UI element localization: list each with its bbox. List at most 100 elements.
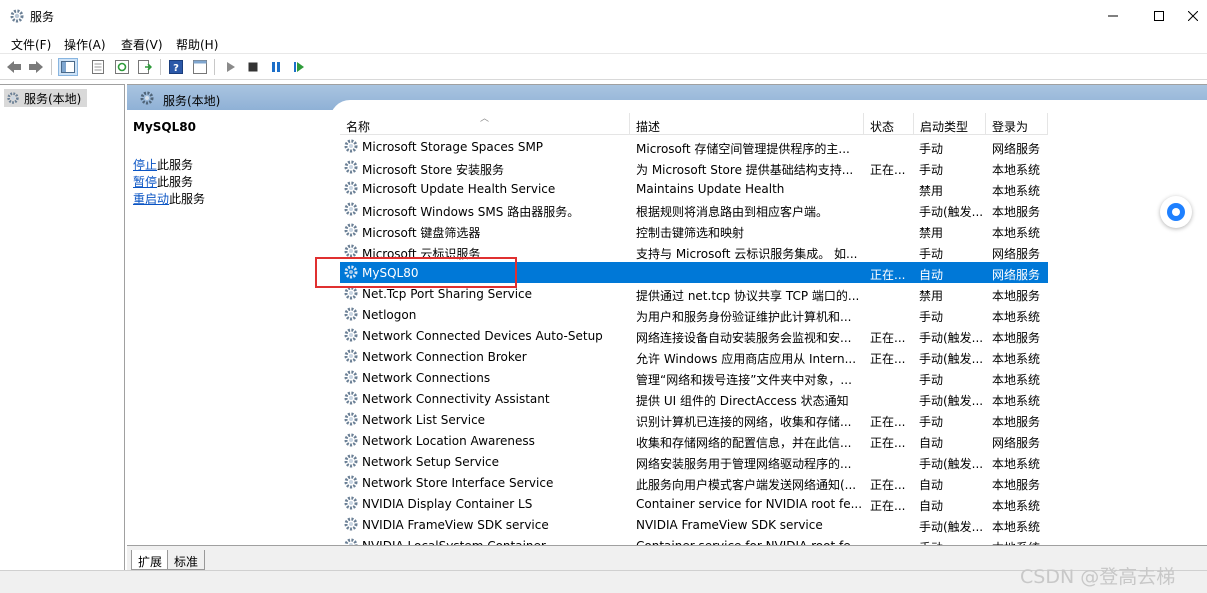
cell-startup-type: 手动 — [919, 415, 944, 429]
cell-logon-as: 本地系统 — [992, 226, 1041, 240]
table-row[interactable]: Network Setup Service 网络安装服务用于管理网络驱动程序的..… — [340, 451, 1048, 472]
menu-help[interactable]: 帮助(H) — [176, 36, 218, 53]
forward-button[interactable] — [26, 58, 46, 76]
cell-name: Network List Service — [362, 413, 486, 427]
cell-logon-as: 网络服务 — [992, 436, 1041, 450]
service-gear-icon — [344, 391, 358, 405]
maximize-button[interactable] — [1136, 0, 1182, 32]
start-service-button[interactable] — [221, 58, 241, 76]
cell-description: 网络连接设备自动安装服务会监视和安... — [636, 331, 852, 345]
table-row[interactable]: NVIDIA FrameView SDK service NVIDIA Frame… — [340, 514, 1048, 535]
cell-logon-as: 本地系统 — [992, 394, 1041, 408]
cell-startup-type: 手动 — [919, 373, 944, 387]
selected-service-name: MySQL80 — [133, 120, 196, 134]
column-header-status[interactable]: 状态 — [864, 113, 914, 135]
cell-name: Network Setup Service — [362, 455, 500, 469]
cell-description: 允许 Windows 应用商店应用从 Intern... — [636, 352, 857, 366]
table-row[interactable]: Network Connection Broker 允许 Windows 应用商店… — [340, 346, 1048, 367]
restart-service-button[interactable] — [289, 58, 309, 76]
cell-logon-as: 本地系统 — [992, 373, 1041, 387]
table-row[interactable]: Microsoft Windows SMS 路由器服务。 根据规则将消息路由到相应… — [340, 199, 1048, 220]
service-gear-icon — [344, 496, 358, 510]
close-button[interactable] — [1182, 0, 1207, 32]
cell-description: 根据规则将消息路由到相应客户端。 — [636, 205, 829, 219]
menu-action[interactable]: 操作(A) — [64, 36, 106, 53]
cell-logon-as: 本地系统 — [992, 184, 1041, 198]
cell-name: Netlogon — [362, 308, 417, 322]
restart-service-action: 重启动此服务 — [133, 190, 205, 207]
refresh-icon — [115, 60, 129, 74]
back-button[interactable] — [4, 58, 24, 76]
cell-description: 提供 UI 组件的 DirectAccess 状态通知 — [636, 394, 849, 408]
refresh-button[interactable] — [112, 58, 132, 76]
assistant-icon — [1167, 203, 1185, 221]
table-row[interactable]: Network Connectivity Assistant 提供 UI 组件的 … — [340, 388, 1048, 409]
pause-service-button[interactable] — [266, 58, 286, 76]
cell-description: 识别计算机已连接的网络，收集和存储... — [636, 415, 852, 429]
menu-file[interactable]: 文件(F) — [11, 36, 51, 53]
service-gear-icon — [344, 202, 358, 216]
cell-logon-as: 本地服务 — [992, 289, 1041, 303]
column-header-logon-as[interactable]: 登录为 — [986, 113, 1048, 135]
cell-status: 正在... — [870, 499, 906, 513]
cell-name: NVIDIA FrameView SDK service — [362, 518, 549, 532]
minimize-button[interactable] — [1090, 0, 1136, 32]
stop-service-button[interactable] — [243, 58, 263, 76]
floating-assistant-button[interactable] — [1160, 196, 1192, 228]
properties-button[interactable] — [88, 58, 108, 76]
cell-name: Network Connectivity Assistant — [362, 392, 550, 406]
table-row[interactable]: Network Location Awareness 收集和存储网络的配置信息，并… — [340, 430, 1048, 451]
table-row[interactable]: NVIDIA LocalSystem ContainerContainer se… — [340, 535, 1048, 545]
show-hide-console-tree-button[interactable] — [58, 58, 78, 76]
cell-name: Network Connection Broker — [362, 350, 527, 364]
tab-standard[interactable]: 标准 — [167, 550, 206, 570]
column-header-name[interactable]: ︿ 名称 — [340, 113, 630, 135]
cell-logon-as: 网络服务 — [992, 268, 1041, 282]
stop-service-link[interactable]: 停止 — [133, 158, 157, 172]
cell-startup-type: 禁用 — [919, 226, 944, 240]
show-action-pane-button[interactable] — [190, 58, 210, 76]
table-row[interactable]: Netlogon 为用户和服务身份验证维护此计算机和... 手动 本地系统 — [340, 304, 1048, 325]
table-row[interactable]: Network List Service 识别计算机已连接的网络，收集和存储...… — [340, 409, 1048, 430]
cell-logon-as: 本地服务 — [992, 205, 1041, 219]
details-pane: 服务(本地) MySQL80 停止此服务 暂停此服务 重启动此服务 ︿ 名称 描… — [127, 84, 1207, 593]
table-row[interactable]: Network Connections 管理“网络和拨号连接”文件夹中对象，...… — [340, 367, 1048, 388]
cell-startup-type: 手动(触发... — [919, 205, 984, 219]
table-row[interactable]: Microsoft Update Health Service Maintains… — [340, 178, 1048, 199]
cell-status: 正在... — [870, 163, 906, 177]
cell-startup-type: 手动(触发... — [919, 520, 984, 534]
cell-logon-as: 本地系统 — [992, 499, 1041, 513]
cell-name: Network Store Interface Service — [362, 476, 554, 490]
cell-name: Network Connected Devices Auto-Setup — [362, 329, 603, 343]
tab-extended[interactable]: 扩展 — [131, 550, 170, 570]
column-header-startup-type[interactable]: 启动类型 — [914, 113, 986, 135]
service-gear-icon — [344, 307, 358, 321]
console-tree-icon — [61, 61, 75, 73]
table-row[interactable]: Microsoft 键盘筛选器 控制击键筛选和映射 禁用 本地系统 — [340, 220, 1048, 241]
cell-startup-type: 手动 — [919, 247, 944, 261]
tree-item-services-local[interactable]: 服务(本地) — [4, 89, 87, 107]
table-row[interactable]: Network Store Interface Service 此服务向用户模式客… — [340, 472, 1048, 493]
service-gear-icon — [344, 475, 358, 489]
cell-startup-type: 自动 — [919, 268, 944, 282]
cell-name: NVIDIA Display Container LS — [362, 497, 533, 511]
restart-service-link[interactable]: 重启动 — [133, 192, 169, 206]
minimize-icon — [1108, 15, 1118, 17]
help-button[interactable]: ? — [166, 58, 186, 76]
pane-header-title: 服务(本地) — [163, 94, 221, 108]
pause-service-link[interactable]: 暂停 — [133, 175, 157, 189]
cell-status: 正在... — [870, 478, 906, 492]
table-row[interactable]: Microsoft Store 安装服务 为 Microsoft Store 提供… — [340, 157, 1048, 178]
cell-startup-type: 手动(触发... — [919, 352, 984, 366]
cell-startup-type: 手动 — [919, 163, 944, 177]
table-row[interactable]: NVIDIA Display Container LS Container ser… — [340, 493, 1048, 514]
column-header-description[interactable]: 描述 — [630, 113, 864, 135]
service-gear-icon — [344, 370, 358, 384]
export-list-button[interactable] — [135, 58, 155, 76]
cell-logon-as: 本地系统 — [992, 352, 1041, 366]
table-row[interactable]: Network Connected Devices Auto-Setup 网络连接… — [340, 325, 1048, 346]
cell-name: Network Location Awareness — [362, 434, 535, 448]
menu-view[interactable]: 查看(V) — [121, 36, 163, 53]
table-row[interactable]: Microsoft Storage Spaces SMP Microsoft 存储… — [340, 136, 1048, 157]
cell-status: 正在... — [870, 268, 906, 282]
